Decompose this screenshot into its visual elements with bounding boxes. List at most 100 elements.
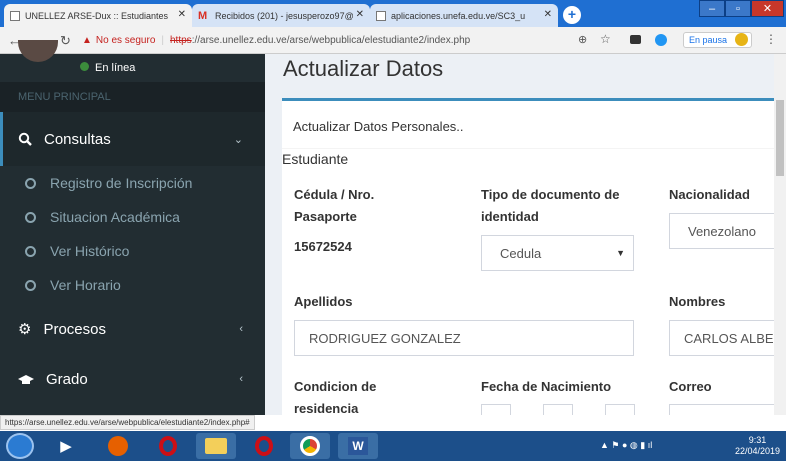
url-text: ://arse.unellez.edu.ve/arse/webpublica/e… [191,35,471,46]
tray-icons[interactable]: ▲ ⚑ ● ◍ ▮ ıl [600,440,652,451]
correo-label: Correo [669,379,712,394]
word-icon[interactable]: W [338,433,378,459]
submenu-label: Ver Horario [50,277,121,293]
sidebar: En línea MENU PRINCIPAL Consultas ⌄ Regi… [0,40,265,415]
tab-unefa[interactable]: aplicaciones.unefa.edu.ve/SC3_u ✕ [370,4,558,27]
page-title: Actualizar Datos [283,56,444,81]
clock[interactable]: 9:31 22/04/2019 [735,435,780,457]
close-tab-icon[interactable]: ✕ [544,9,552,20]
url-scheme: https [170,35,192,46]
zoom-icon[interactable]: ⊕ [578,33,587,46]
submenu-item-horario[interactable]: Ver Horario [0,268,265,302]
maximize-button[interactable]: ▫ [725,0,751,17]
main-content: Actualizar Datos Actualizar Datos Person… [265,54,786,415]
reload-icon[interactable]: ↻ [60,33,71,49]
paused-label: En pausa [689,35,728,45]
tab-gmail[interactable]: M Recibidos (201) - jesusperozo97@ ✕ [192,4,370,27]
tab-title: Recibidos (201) - jesusperozo97@ [215,10,354,21]
warning-icon: ▲ [82,35,92,46]
condicion-label: Condicion de residencia [294,379,377,415]
sidebar-item-consultas[interactable]: Consultas ⌄ [0,112,265,166]
user-avatar [18,40,58,62]
divider: | [161,35,164,46]
fecha-nacimiento-label: Fecha de Nacimiento [481,379,612,394]
cedula-value: 15672524 [294,239,352,254]
browser-tab-strip: UNELLEZ ARSE-Dux :: Estudiantes ✕ M Reci… [0,0,786,27]
nacionalidad-value: Venezolano [688,223,756,239]
submenu-item-registro[interactable]: Registro de Inscripción [0,166,265,200]
minimize-button[interactable]: – [699,0,725,17]
extension-icon[interactable] [630,35,641,44]
nacionalidad-field[interactable]: Venezolano [669,213,786,249]
submenu-item-historico[interactable]: Ver Histórico [0,234,265,268]
chevron-left-icon: ‹ [239,323,243,335]
circle-icon [25,245,36,257]
submenu-label: Registro de Inscripción [50,175,193,191]
opera-icon[interactable] [148,433,188,459]
browser-toolbar: ← → ↻ ▲ No es seguro | https ://arse.une… [0,27,786,54]
clock-date: 22/04/2019 [734,446,780,456]
menu-header: MENU PRINCIPAL [0,82,265,112]
address-bar[interactable]: ▲ No es seguro | https ://arse.unellez.e… [82,31,622,50]
close-tab-icon[interactable]: ✕ [178,9,186,20]
sidebar-item-label: Consultas [44,130,111,148]
user-status-label: En línea [95,62,136,74]
chevron-left-icon: ‹ [239,373,243,385]
sidebar-item-procesos[interactable]: ⚙ Procesos ‹ [0,304,265,354]
tipo-documento-select[interactable]: Cedula ▼ [481,235,634,271]
tipo-documento-value: Cedula [500,245,542,261]
circle-icon [25,211,36,223]
apellidos-value: RODRIGUEZ GONZALEZ [309,330,461,346]
gmail-icon: M [198,9,208,22]
close-tab-icon[interactable]: ✕ [356,9,364,20]
user-status: En línea [80,62,135,74]
apellidos-label: Apellidos [294,294,353,309]
taskbar: ▶ W ▲ ⚑ ● ◍ ▮ ıl 9:31 22/04/2019 [0,431,786,461]
nombres-label: Nombres [669,294,726,309]
box-header: Actualizar Datos Personales.. [282,101,774,149]
nacionalidad-label: Nacionalidad [669,187,750,202]
mes-select[interactable]: ▼ [543,404,573,415]
menu-dots-icon[interactable]: ⋮ [765,32,777,46]
tab-title: aplicaciones.unefa.edu.ve/SC3_u [391,10,526,21]
scrollbar-thumb[interactable] [776,100,784,176]
close-window-button[interactable]: ✕ [751,0,784,17]
sidebar-item-label: Procesos [43,320,106,338]
nombres-value: CARLOS ALBE [684,330,774,346]
graduation-cap-icon [18,373,34,385]
sidebar-item-label: Grado [46,370,88,388]
tab-unellez[interactable]: UNELLEZ ARSE-Dux :: Estudiantes ✕ [4,4,192,27]
sidebar-item-grado[interactable]: Grado ‹ [0,354,265,404]
firefox-icon[interactable] [98,433,138,459]
chevron-down-icon: ⌄ [233,133,243,146]
new-tab-button[interactable]: + [563,6,581,24]
tab-title: UNELLEZ ARSE-Dux :: Estudiantes [25,10,169,21]
cedula-label: Cédula / Nro. Pasaporte [294,187,375,224]
opera-icon[interactable] [244,433,284,459]
dia-select[interactable]: ▼ [481,404,511,415]
chrome-icon[interactable] [290,433,330,459]
search-icon [18,132,32,146]
document-icon [376,10,386,21]
cogs-icon: ⚙ [18,321,32,338]
extension-blue-icon[interactable] [655,34,667,46]
section-label: Estudiante [282,151,349,167]
online-dot-icon [80,62,89,71]
avatar [735,33,748,46]
dropdown-arrow-icon: ▼ [616,248,625,258]
submenu-item-situacion[interactable]: Situacion Académica [0,200,265,234]
correo-field[interactable]: maibethtamc [669,404,786,415]
media-player-icon[interactable]: ▶ [46,433,86,459]
clock-time: 9:31 [748,435,767,445]
correo-value: maibethtamc [684,415,758,416]
security-label[interactable]: No es seguro [96,35,155,46]
nombres-field[interactable]: CARLOS ALBE [669,320,786,356]
anio-select[interactable]: ▼ [605,404,635,415]
tipo-documento-label: Tipo de documento de identidad [481,187,620,224]
star-icon[interactable]: ☆ [600,32,611,46]
status-url: https://arse.unellez.edu.ve/arse/webpubl… [0,415,255,430]
apellidos-field[interactable]: RODRIGUEZ GONZALEZ [294,320,634,356]
submenu-label: Ver Histórico [50,243,130,259]
start-button[interactable] [6,433,34,459]
file-explorer-icon[interactable] [196,433,236,459]
